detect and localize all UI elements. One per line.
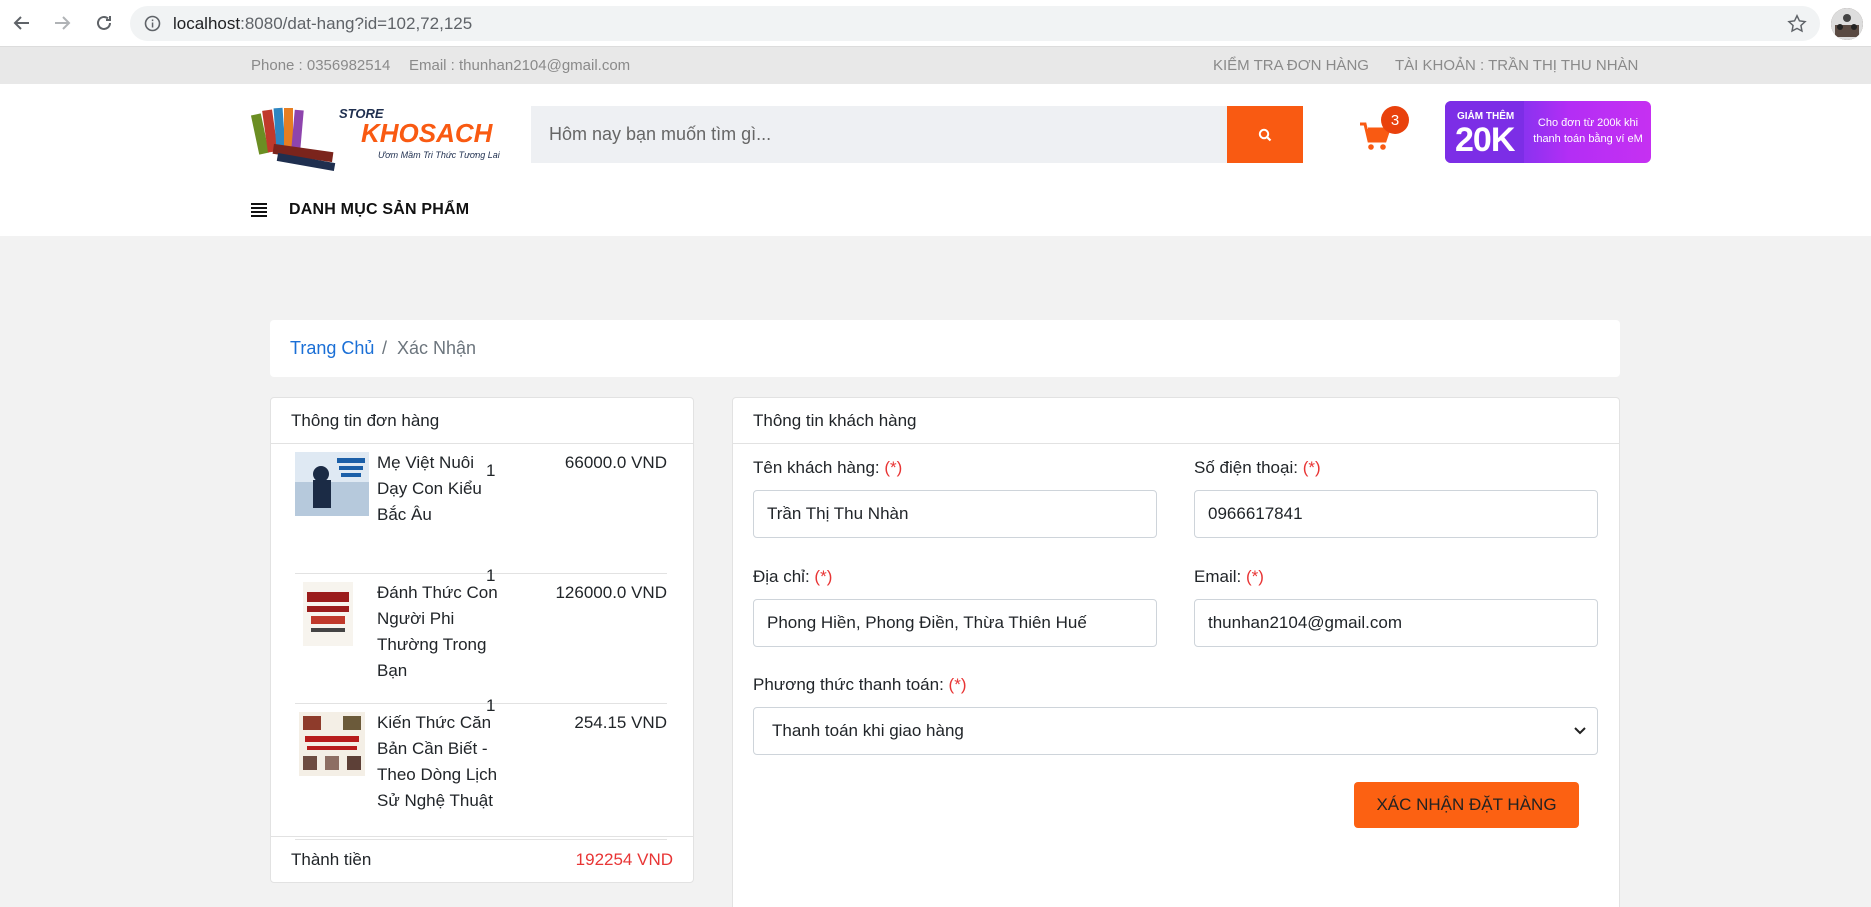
chevron-down-icon <box>1574 727 1586 735</box>
address-label: Địa chỉ: (*) <box>753 567 832 587</box>
book-price: 254.15 VND <box>574 713 667 732</box>
order-info-card: Thông tin đơn hàng Mẹ Việt Nuôi Dạy Con … <box>270 397 694 883</box>
category-label: DANH MỤC SẢN PHẨM <box>289 201 470 218</box>
address-label-text: Địa chỉ: <box>753 567 810 586</box>
book-title: Kiến Thức Căn Bản Cần Biết - Theo Dòng L… <box>377 713 498 810</box>
logo-slogan-text: Ươm Mầm Tri Thức Tương Lai <box>378 150 501 160</box>
total-value: 192254 VND <box>575 850 673 869</box>
payment-method-select[interactable]: Thanh toán khi giao hàng <box>753 707 1598 755</box>
breadcrumb-current: Xác Nhận <box>397 338 477 358</box>
promo-description: Cho đơn từ 200k khi thanh toán bằng ví e… <box>1533 117 1643 145</box>
info-icon[interactable] <box>144 15 161 32</box>
phone-input[interactable]: 0966617841 <box>1194 490 1598 538</box>
email-label: Email: (*) <box>1194 567 1264 587</box>
book-price: 66000.0 VND <box>564 453 667 472</box>
book-quantity: 1 <box>486 696 496 715</box>
order-item: Mẹ Việt Nuôi Dạy Con Kiểu Bắc Âu 66000.0… <box>295 444 667 574</box>
order-total-row: Thành tiền 192254 VND <box>271 836 693 882</box>
bookmark-star-icon[interactable] <box>1786 13 1808 35</box>
book-price: 126000.0 VND <box>555 583 667 602</box>
confirm-order-button[interactable]: XÁC NHẬN ĐẶT HÀNG <box>1354 782 1579 828</box>
url-host: localhost <box>173 14 241 33</box>
cart-count-badge[interactable]: 3 <box>1381 106 1409 134</box>
search-button[interactable] <box>1227 106 1303 163</box>
url-text[interactable]: localhost:8080/dat-hang?id=102,72,125 <box>173 14 472 34</box>
breadcrumb-separator: / <box>382 338 388 358</box>
customer-card-header: Thông tin khách hàng <box>733 398 1619 444</box>
book-cover-image <box>303 582 353 646</box>
customer-name-label: Tên khách hàng: (*) <box>753 458 902 478</box>
payment-method-value: Thanh toán khi giao hàng <box>772 721 964 740</box>
reload-icon[interactable] <box>91 10 117 36</box>
order-item: Kiến Thức Căn Bản Cần Biết - Theo Dòng L… <box>295 704 667 840</box>
search-icon <box>1258 128 1272 141</box>
store-logo[interactable]: STORE KHOSACH Ươm Mầm Tri Thức Tương Lai <box>250 96 513 174</box>
contact-email: Email : thunhan2104@gmail.com <box>409 57 631 74</box>
required-mark: (*) <box>884 458 903 477</box>
top-info-bar: Phone : 0356982514 Email : thunhan2104@g… <box>0 47 1871 84</box>
promo-big-text: 20K <box>1455 121 1515 159</box>
total-label: Thành tiền <box>291 850 372 869</box>
promo-banner[interactable]: GIẢM THÊM 20K Cho đơn từ 200k khi thanh … <box>1445 101 1651 163</box>
account-link[interactable]: TÀI KHOẢN : TRẦN THỊ THU NHÀN <box>1395 57 1638 74</box>
payment-label: Phương thức thanh toán: (*) <box>753 675 967 695</box>
search-input[interactable] <box>531 106 1227 163</box>
address-input[interactable]: Phong Hiền, Phong Điền, Thừa Thiên Huế <box>753 599 1157 647</box>
browser-toolbar: localhost:8080/dat-hang?id=102,72,125 <box>0 0 1871 47</box>
book-cover-image <box>295 452 369 516</box>
book-title: Đánh Thức Con Người Phi Thường Trong Bạn <box>377 583 498 680</box>
address-bar[interactable]: localhost:8080/dat-hang?id=102,72,125 <box>130 6 1820 41</box>
order-card-header: Thông tin đơn hàng <box>271 398 693 444</box>
required-mark: (*) <box>814 567 833 586</box>
forward-icon[interactable] <box>49 10 75 36</box>
contact-phone: Phone : 0356982514 <box>251 57 391 74</box>
book-cover-image <box>299 712 365 776</box>
book-quantity: 1 <box>486 461 496 480</box>
customer-name-label-text: Tên khách hàng: <box>753 458 880 477</box>
url-path: :8080/dat-hang?id=102,72,125 <box>240 14 473 33</box>
phone-label: Số điện thoại: (*) <box>1194 458 1321 478</box>
customer-name-input[interactable]: Trần Thị Thu Nhàn <box>753 490 1157 538</box>
book-title: Mẹ Việt Nuôi Dạy Con Kiểu Bắc Âu <box>377 453 482 524</box>
breadcrumb: Trang Chủ / Xác Nhận <box>270 320 1620 377</box>
book-quantity: 1 <box>486 566 496 585</box>
customer-card-title: Thông tin khách hàng <box>753 411 917 430</box>
phone-label-text: Số điện thoại: <box>1194 458 1298 477</box>
required-mark: (*) <box>1302 458 1321 477</box>
logo-name-text: KHOSACH <box>361 118 494 148</box>
required-mark: (*) <box>948 675 967 694</box>
breadcrumb-home-link[interactable]: Trang Chủ <box>290 338 374 359</box>
email-label-text: Email: <box>1194 567 1242 586</box>
menu-icon <box>251 203 267 217</box>
order-item: Đánh Thức Con Người Phi Thường Trong Bạn… <box>295 574 667 704</box>
order-card-title: Thông tin đơn hàng <box>291 411 440 430</box>
back-icon[interactable] <box>9 10 35 36</box>
payment-label-text: Phương thức thanh toán: <box>753 675 944 694</box>
profile-avatar[interactable] <box>1831 8 1863 40</box>
email-input[interactable]: thunhan2104@gmail.com <box>1194 599 1598 647</box>
site-header: STORE KHOSACH Ươm Mầm Tri Thức Tương Lai… <box>0 84 1871 236</box>
check-order-link[interactable]: KIỂM TRA ĐƠN HÀNG <box>1213 57 1369 74</box>
category-menu[interactable]: DANH MỤC SẢN PHẨM <box>251 199 469 221</box>
required-mark: (*) <box>1245 567 1264 586</box>
